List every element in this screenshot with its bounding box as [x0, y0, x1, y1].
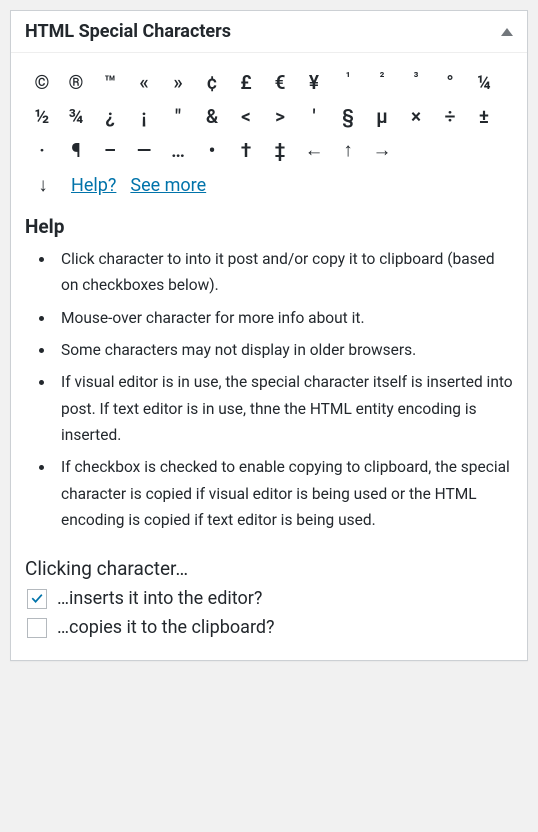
char-trademark[interactable]: ™	[93, 67, 127, 97]
metabox-body: © ® ™ « » ¢ £ € ¥ ¹ ² ³ ° ¼ ½ ¾ ¿ ¡ " & …	[11, 53, 527, 660]
insert-checkbox[interactable]	[27, 589, 47, 609]
copy-checkbox-label[interactable]: …copies it to the clipboard?	[57, 617, 275, 638]
collapse-toggle-icon[interactable]	[501, 28, 513, 36]
help-item: Some characters may not display in older…	[55, 337, 513, 363]
char-ndash[interactable]: –	[93, 135, 127, 165]
link-row: ↓ Help? See more	[25, 173, 513, 197]
char-sup2[interactable]: ²	[365, 67, 399, 97]
char-cent[interactable]: ¢	[195, 67, 229, 97]
help-heading: Help	[25, 215, 513, 238]
char-times[interactable]: ×	[399, 101, 433, 131]
help-item: Mouse-over character for more info about…	[55, 305, 513, 331]
copy-option-row: …copies it to the clipboard?	[27, 617, 513, 638]
char-ddagger[interactable]: ‡	[263, 135, 297, 165]
char-plusmn[interactable]: ±	[467, 101, 501, 131]
clicking-character-heading: Clicking character…	[25, 557, 513, 580]
char-sup3[interactable]: ³	[399, 67, 433, 97]
char-apos[interactable]: '	[297, 101, 331, 131]
char-degree[interactable]: °	[433, 67, 467, 97]
char-copyright[interactable]: ©	[25, 67, 59, 97]
char-hellip[interactable]: …	[161, 135, 195, 165]
char-larr[interactable]: ←	[297, 135, 331, 165]
help-item: Click character to into it post and/or c…	[55, 246, 513, 299]
char-raquo[interactable]: »	[161, 67, 195, 97]
insert-checkbox-label[interactable]: …inserts it into the editor?	[57, 588, 262, 609]
char-rarr[interactable]: →	[365, 135, 399, 165]
metabox-title: HTML Special Characters	[25, 21, 231, 42]
char-sup1[interactable]: ¹	[331, 67, 365, 97]
char-mdash[interactable]: —	[127, 135, 161, 165]
char-gt[interactable]: >	[263, 101, 297, 131]
char-bull[interactable]: •	[195, 135, 229, 165]
char-yen[interactable]: ¥	[297, 67, 331, 97]
char-micro[interactable]: µ	[365, 101, 399, 131]
char-pilcrow[interactable]: ¶	[59, 135, 93, 165]
insert-option-row: …inserts it into the editor?	[27, 588, 513, 609]
char-iquest[interactable]: ¿	[93, 101, 127, 131]
char-divide[interactable]: ÷	[433, 101, 467, 131]
char-frac12[interactable]: ½	[25, 101, 59, 131]
help-item: If checkbox is checked to enable copying…	[55, 454, 513, 533]
metabox-header[interactable]: HTML Special Characters	[11, 11, 527, 53]
char-amp[interactable]: &	[195, 101, 229, 131]
char-middot[interactable]: ·	[25, 135, 59, 165]
see-more-link[interactable]: See more	[130, 175, 206, 196]
char-laquo[interactable]: «	[127, 67, 161, 97]
copy-checkbox[interactable]	[27, 618, 47, 638]
char-pound[interactable]: £	[229, 67, 263, 97]
char-uarr[interactable]: ↑	[331, 135, 365, 165]
char-sect[interactable]: §	[331, 101, 365, 131]
char-dagger[interactable]: †	[229, 135, 263, 165]
char-lt[interactable]: <	[229, 101, 263, 131]
char-frac34[interactable]: ¾	[59, 101, 93, 131]
char-euro[interactable]: €	[263, 67, 297, 97]
char-darr[interactable]: ↓	[29, 173, 57, 197]
help-item: If visual editor is in use, the special …	[55, 369, 513, 448]
html-special-characters-metabox: HTML Special Characters © ® ™ « » ¢ £ € …	[10, 10, 528, 661]
character-grid: © ® ™ « » ¢ £ € ¥ ¹ ² ³ ° ¼ ½ ¾ ¿ ¡ " & …	[25, 67, 513, 165]
help-list: Click character to into it post and/or c…	[25, 246, 513, 533]
char-frac14[interactable]: ¼	[467, 67, 501, 97]
help-link[interactable]: Help?	[71, 175, 116, 196]
char-registered[interactable]: ®	[59, 67, 93, 97]
char-quote[interactable]: "	[161, 101, 195, 131]
char-iexcl[interactable]: ¡	[127, 101, 161, 131]
